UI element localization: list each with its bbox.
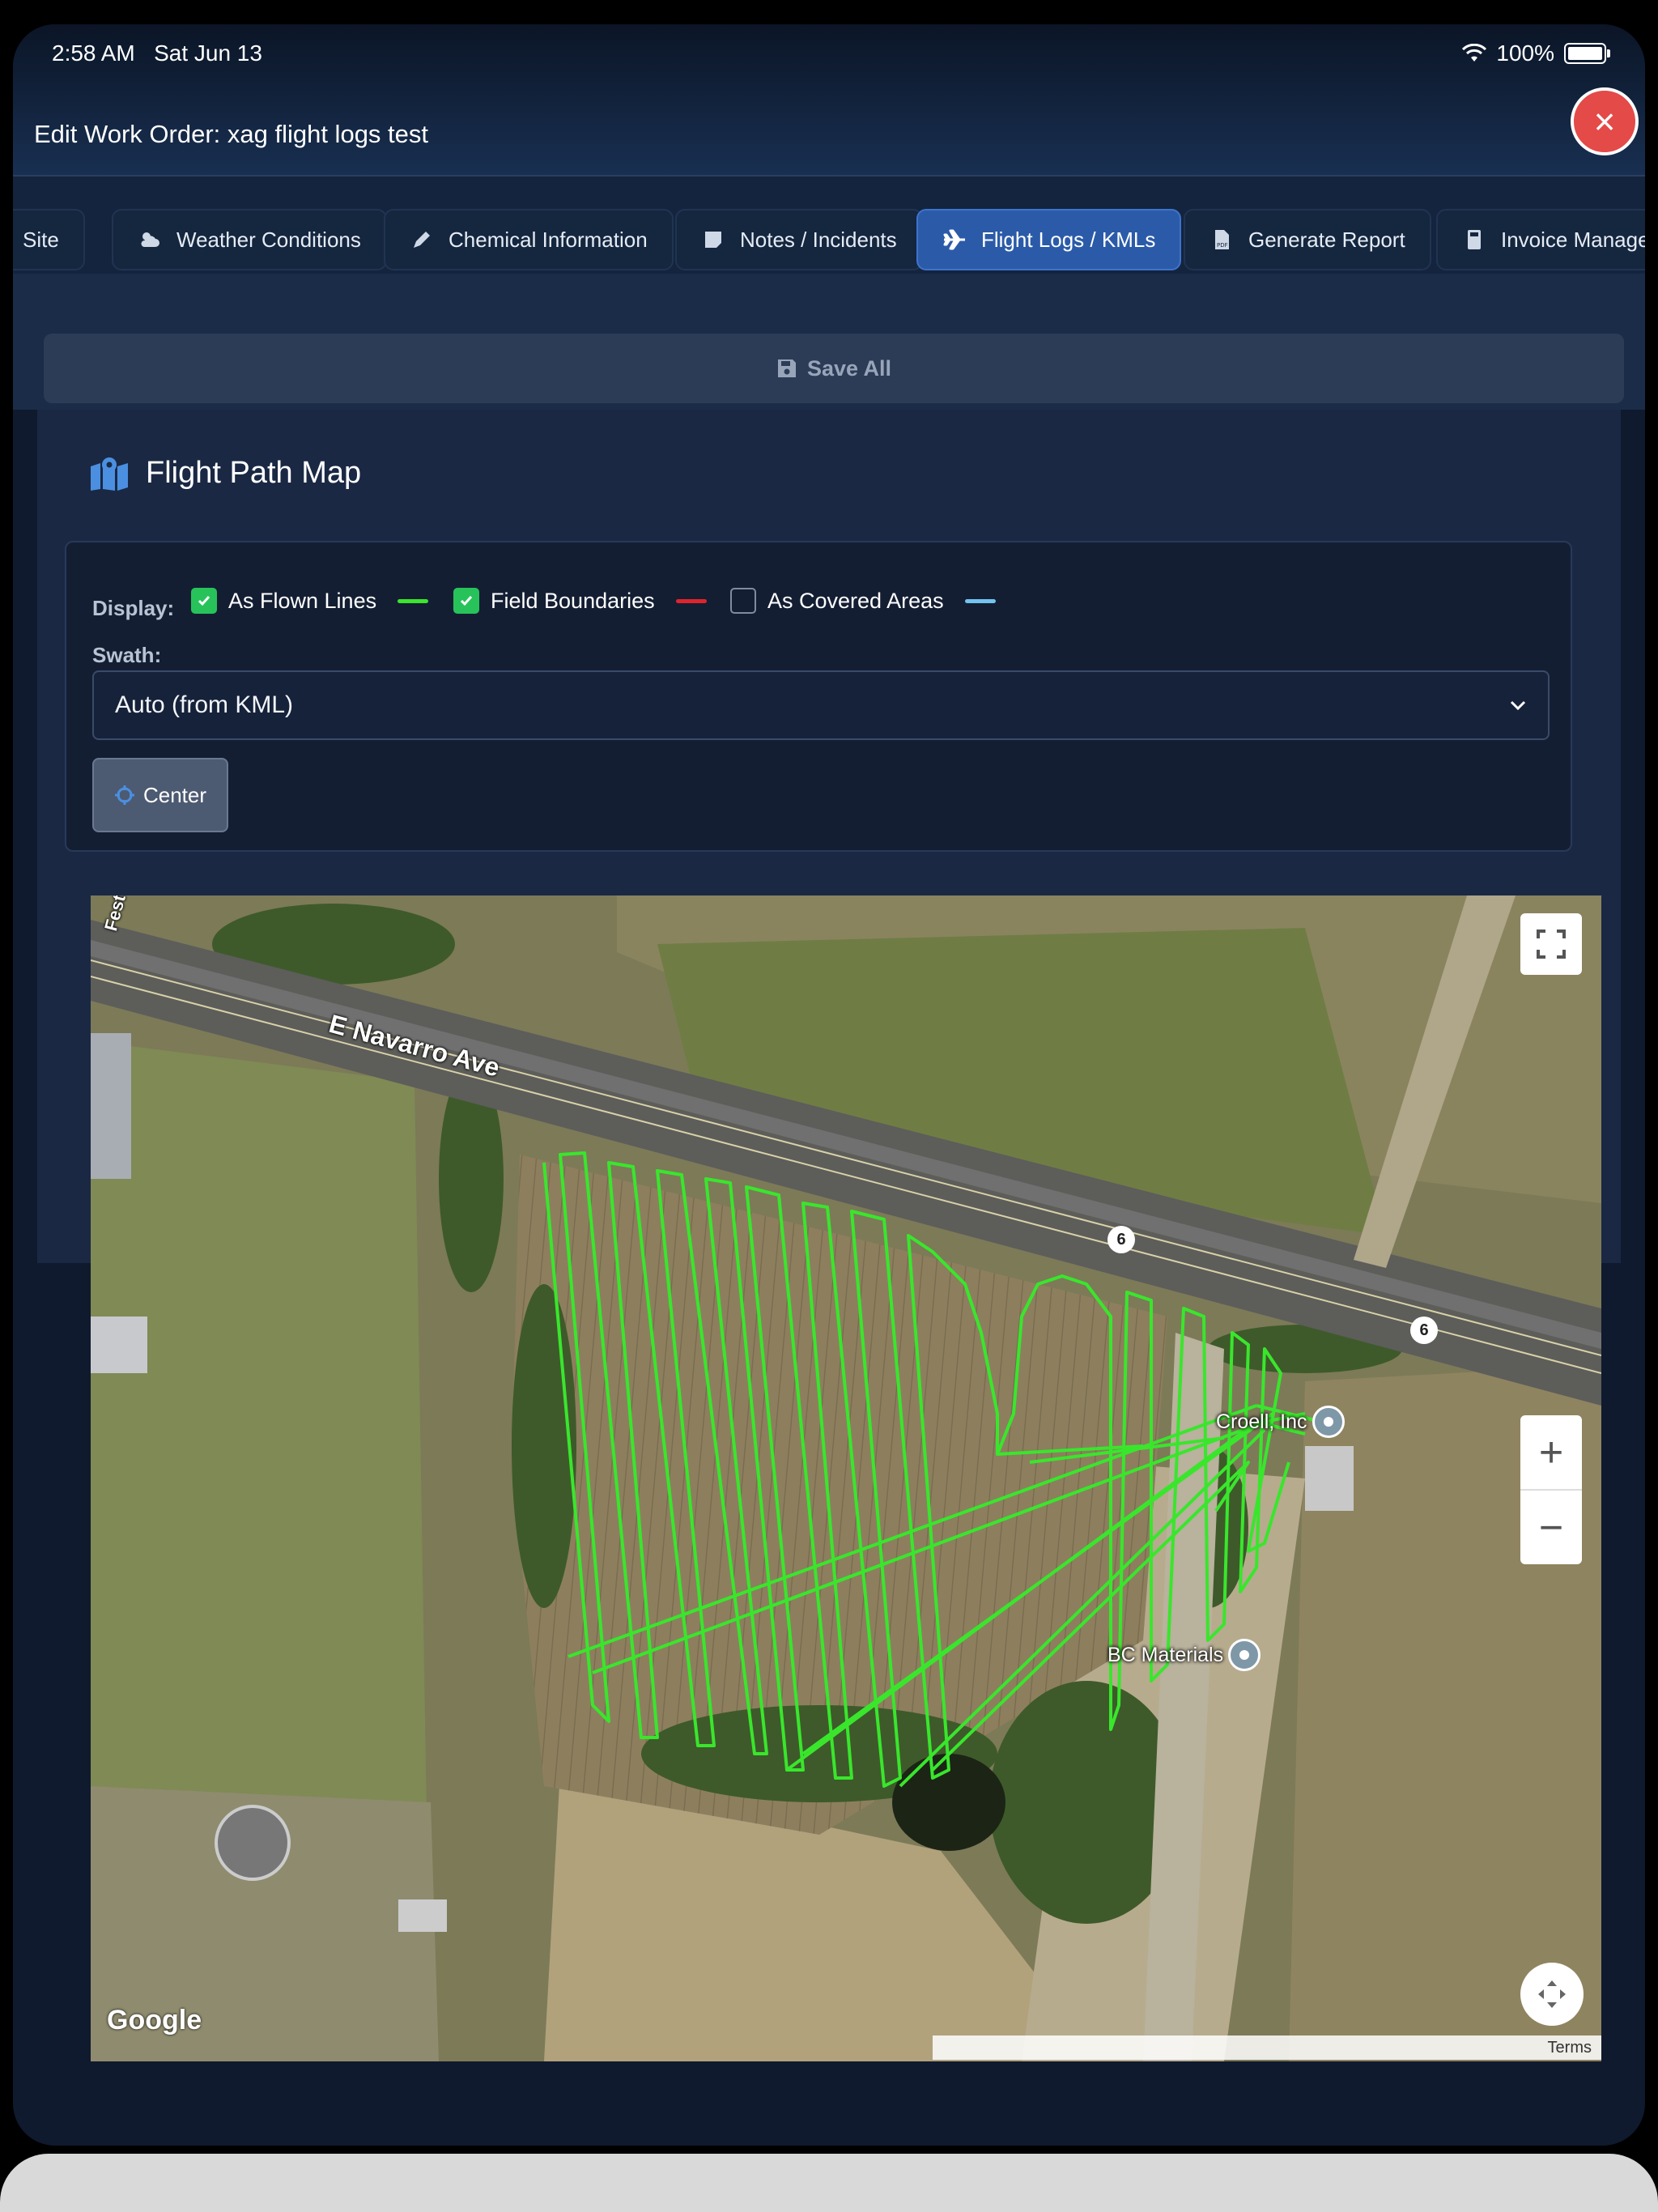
blue-line-swatch bbox=[964, 598, 996, 603]
pan-control-button[interactable] bbox=[1520, 1963, 1584, 2026]
terms-link[interactable]: Terms bbox=[933, 2035, 1601, 2060]
tab-site[interactable]: Site bbox=[13, 209, 85, 270]
tab-invoice-management[interactable]: Invoice Managem bbox=[1436, 209, 1645, 270]
route-shield-icon: 6 bbox=[1410, 1317, 1438, 1344]
checkbox-checked-icon bbox=[191, 588, 217, 614]
arrows-pan-icon bbox=[1538, 1980, 1566, 2008]
device-screen: 2:58 AM Sat Jun 13 100% Edit Work Order:… bbox=[13, 24, 1645, 2146]
app-header: 2:58 AM Sat Jun 13 100% Edit Work Order:… bbox=[13, 24, 1645, 410]
satellite-map-imagery bbox=[91, 895, 1601, 2061]
fullscreen-button[interactable] bbox=[1520, 913, 1582, 975]
field-boundaries-checkbox[interactable]: Field Boundaries bbox=[453, 588, 707, 614]
checkbox-label: As Covered Areas bbox=[767, 588, 944, 613]
section-title: Flight Path Map bbox=[89, 455, 361, 491]
device-bottom-edge bbox=[0, 2154, 1658, 2212]
zoom-controls: + − bbox=[1520, 1415, 1582, 1564]
zoom-out-button[interactable]: − bbox=[1520, 1491, 1582, 1564]
map-pin-icon bbox=[1228, 1639, 1261, 1671]
svg-text:PDF: PDF bbox=[1217, 242, 1228, 249]
tab-label: Site bbox=[23, 227, 59, 252]
map-pin-icon bbox=[1312, 1406, 1345, 1438]
tab-label: Generate Report bbox=[1248, 227, 1405, 252]
cloud-sun-icon bbox=[141, 232, 159, 247]
swath-select[interactable]: Auto (from KML) bbox=[92, 670, 1550, 740]
as-covered-areas-checkbox[interactable]: As Covered Areas bbox=[730, 588, 996, 614]
chevron-down-icon bbox=[1510, 700, 1526, 711]
checkbox-checked-icon bbox=[453, 588, 479, 614]
battery-icon bbox=[1564, 43, 1610, 64]
crosshairs-icon bbox=[114, 785, 134, 805]
poi-croell[interactable]: Croell, Inc bbox=[1216, 1406, 1345, 1438]
tab-flight-logs-kmls[interactable]: Flight Logs / KMLs bbox=[916, 209, 1182, 270]
flight-path-map[interactable]: E Navarro Ave Fest 6 6 Croell, Inc BC Ma… bbox=[91, 895, 1601, 2061]
close-button[interactable]: × bbox=[1571, 87, 1639, 155]
save-all-label: Save All bbox=[806, 355, 892, 381]
poi-bc-materials[interactable]: BC Materials bbox=[1107, 1639, 1261, 1671]
red-line-swatch bbox=[675, 598, 707, 603]
swath-label: Swath: bbox=[92, 643, 162, 667]
as-flown-lines-checkbox[interactable]: As Flown Lines bbox=[191, 588, 429, 614]
calculator-icon bbox=[1468, 230, 1481, 249]
tab-label: Invoice Managem bbox=[1501, 227, 1645, 252]
route-shield-icon: 6 bbox=[1107, 1226, 1135, 1253]
status-time: 2:58 AM bbox=[52, 40, 135, 66]
plane-icon bbox=[943, 229, 965, 250]
save-bar: Save All bbox=[13, 274, 1645, 410]
zoom-in-button[interactable]: + bbox=[1520, 1415, 1582, 1491]
section-title-text: Flight Path Map bbox=[146, 455, 362, 490]
swath-selected-value: Auto (from KML) bbox=[115, 691, 294, 718]
status-bar: 2:58 AM Sat Jun 13 100% bbox=[52, 36, 1610, 71]
tab-weather-conditions[interactable]: Weather Conditions bbox=[112, 209, 387, 270]
floppy-disk-icon bbox=[777, 359, 796, 377]
status-date: Sat Jun 13 bbox=[154, 40, 262, 66]
display-label: Display: bbox=[92, 596, 175, 620]
poi-label: BC Materials bbox=[1107, 1643, 1224, 1666]
map-marked-icon bbox=[91, 457, 128, 491]
tab-label: Flight Logs / KMLs bbox=[981, 227, 1156, 252]
green-line-swatch bbox=[397, 598, 429, 603]
wifi-icon bbox=[1462, 44, 1487, 62]
page-title: Edit Work Order: xag flight logs test bbox=[34, 120, 429, 148]
checkbox-label: As Flown Lines bbox=[228, 588, 377, 613]
battery-percent: 100% bbox=[1496, 40, 1554, 66]
tab-bar: Site Weather Conditions Chemical Informa… bbox=[13, 175, 1645, 275]
tab-label: Notes / Incidents bbox=[740, 227, 897, 252]
checkbox-label: Field Boundaries bbox=[491, 588, 655, 613]
fullscreen-icon bbox=[1537, 929, 1566, 959]
tab-label: Weather Conditions bbox=[176, 227, 361, 252]
pdf-icon: PDF bbox=[1215, 230, 1229, 249]
tab-generate-report[interactable]: PDF Generate Report bbox=[1184, 209, 1431, 270]
terms-label: Terms bbox=[1547, 2038, 1592, 2057]
pen-icon bbox=[414, 232, 430, 248]
tab-label: Chemical Information bbox=[449, 227, 648, 252]
tab-chemical-information[interactable]: Chemical Information bbox=[384, 209, 674, 270]
center-button[interactable]: Center bbox=[92, 758, 228, 832]
save-all-button[interactable]: Save All bbox=[44, 334, 1624, 403]
checkbox-unchecked-icon bbox=[730, 588, 756, 614]
map-controls-panel: Display: As Flown Lines Field Boundaries… bbox=[65, 541, 1572, 852]
note-icon bbox=[705, 232, 721, 248]
tab-notes-incidents[interactable]: Notes / Incidents bbox=[675, 209, 923, 270]
google-logo: Google bbox=[107, 2005, 202, 2035]
center-label: Center bbox=[142, 782, 207, 807]
poi-label: Croell, Inc bbox=[1216, 1410, 1307, 1433]
